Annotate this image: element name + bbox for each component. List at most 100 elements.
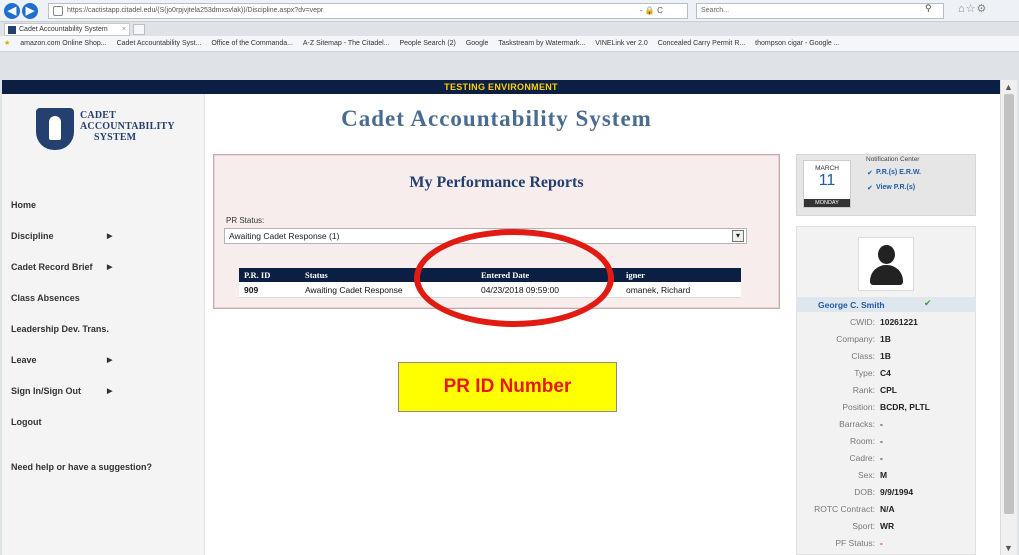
person-silhouette-icon — [878, 245, 895, 264]
help-suggestion-link[interactable]: Need help or have a suggestion? — [11, 462, 152, 472]
field-value: M — [880, 470, 888, 480]
browser-search-input[interactable]: Search... — [696, 3, 944, 19]
calendar-date: MARCH 11 MONDAY — [803, 160, 851, 208]
pr-id-link[interactable]: 909 — [244, 282, 258, 298]
page-icon — [53, 6, 63, 16]
logo-line-1: CADET — [80, 110, 117, 121]
sidebar-item-leadership-dev[interactable]: Leadership Dev. Trans. — [2, 314, 205, 345]
tab-cadet-accountability[interactable]: Cadet Accountability System × — [4, 23, 130, 36]
favorite-link[interactable]: A-Z Sitemap - The Citadel... — [303, 36, 390, 51]
search-icon[interactable]: ⚲ — [925, 3, 932, 14]
scroll-down-arrow-icon[interactable]: ▼ — [1004, 543, 1013, 553]
profile-field: CWID: 10261221 — [796, 317, 976, 330]
submenu-arrow-icon: ▶ — [107, 388, 113, 395]
field-value: - — [880, 453, 883, 463]
col-header-signer[interactable]: igner — [626, 268, 645, 282]
sidebar-item-logout[interactable]: Logout — [2, 407, 205, 438]
sidebar-item-cadet-record-brief[interactable]: Cadet Record Brief ▶ — [2, 252, 205, 283]
field-label: Sex: — [857, 470, 875, 480]
calendar-day: 11 — [818, 172, 836, 189]
sidebar-item-sign-in-out[interactable]: Sign In/Sign Out ▶ — [2, 376, 205, 407]
submenu-arrow-icon: ▶ — [107, 357, 113, 364]
favorite-link[interactable]: VINELink ver 2.0 — [595, 36, 648, 51]
person-silhouette-body — [870, 265, 903, 285]
favorite-link[interactable]: Concealed Carry Permit R... — [658, 36, 746, 51]
tab-favicon-icon — [8, 26, 16, 34]
favorite-link[interactable]: Google — [466, 36, 489, 51]
page-title: Cadet Accountability System — [341, 106, 652, 131]
reports-title: My Performance Reports — [409, 174, 584, 191]
field-label: Position: — [842, 402, 875, 412]
favorite-link[interactable]: amazon.com Online Shop... — [20, 36, 106, 51]
forward-arrow-icon[interactable]: ▶ — [22, 3, 38, 19]
sidebar-item-label: Sign In/Sign Out — [11, 386, 81, 396]
profile-field: Cadre: - — [796, 453, 976, 466]
pr-status-label: PR Status: — [226, 216, 265, 225]
sidebar-item-discipline[interactable]: Discipline ▶ — [2, 221, 205, 252]
field-value: 9/9/1994 — [880, 487, 914, 497]
favorite-link[interactable]: Office of the Commanda... — [211, 36, 293, 51]
profile-field: Company: 1B — [796, 334, 976, 347]
col-header-pr-id[interactable]: P.R. ID — [244, 268, 270, 282]
sidebar-item-class-absences[interactable]: Class Absences — [2, 283, 205, 314]
field-value: 10261221 — [880, 317, 918, 327]
settings-gear-icon[interactable]: ⚙ — [977, 3, 988, 15]
url-tools[interactable]: - 🔒 C — [640, 3, 663, 19]
field-label: DOB: — [854, 487, 875, 497]
chevron-down-icon[interactable]: ▾ — [732, 230, 744, 242]
testing-environment-banner: TESTING ENVIRONMENT — [2, 80, 1000, 94]
field-label: Cadre: — [849, 453, 875, 463]
cell-status: Awaiting Cadet Response — [305, 285, 403, 295]
submenu-arrow-icon: ▶ — [107, 233, 113, 240]
profile-field: ROTC Contract: N/A — [796, 504, 976, 517]
tab-title: Cadet Accountability System — [19, 26, 108, 33]
profile-field: Class: 1B — [796, 351, 976, 364]
profile-field: DOB: 9/9/1994 — [796, 487, 976, 500]
new-tab-button[interactable] — [133, 24, 145, 35]
favorite-link[interactable]: Taskstream by Watermark... — [498, 36, 585, 51]
field-label: Class: — [851, 351, 875, 361]
sidebar-item-home[interactable]: Home — [2, 190, 205, 221]
cadet-accountability-logo[interactable]: CADET ACCOUNTABILITY SYSTEM — [36, 108, 186, 158]
toolbar-icons[interactable]: ⌂☆⚙ — [958, 2, 987, 15]
url-field[interactable]: https://cactistapp.citadel.edu/(S(jo0rpj… — [48, 3, 688, 19]
cadet-name[interactable]: George C. Smith — [818, 300, 885, 310]
calendar-weekday: MONDAY — [804, 199, 850, 207]
address-bar-row: ◀ ▶ https://cactistapp.citadel.edu/(S(jo… — [0, 0, 1019, 22]
logo-text: CADET ACCOUNTABILITY SYSTEM — [80, 110, 175, 143]
favorite-link[interactable]: thompson cigar - Google ... — [755, 36, 839, 51]
sidebar-item-leave[interactable]: Leave ▶ — [2, 345, 205, 376]
profile-field: Sport: WR — [796, 521, 976, 534]
col-header-status[interactable]: Status — [305, 268, 328, 282]
home-icon[interactable]: ⌂ — [958, 3, 966, 15]
favorites-star-icon[interactable]: ☆ — [966, 3, 977, 15]
profile-field: Sex: M — [796, 470, 976, 483]
favorite-link[interactable]: People Search (2) — [399, 36, 455, 51]
sidebar-item-label: Discipline — [11, 231, 54, 241]
tab-close-icon[interactable]: × — [122, 24, 126, 35]
sidebar-item-label: Leadership Dev. Trans. — [11, 324, 109, 334]
notification-link-erw[interactable]: P.R.(s) E.R.W. — [876, 169, 921, 176]
field-value: WR — [880, 521, 895, 531]
back-arrow-icon[interactable]: ◀ — [4, 3, 20, 19]
field-label: Room: — [849, 436, 875, 446]
favorite-link[interactable]: Cadet Accountability Syst... — [117, 36, 202, 51]
url-text: https://cactistapp.citadel.edu/(S(jo0rpj… — [67, 7, 324, 14]
page-scrollbar[interactable]: ▲ ▼ — [1000, 80, 1017, 555]
field-label: Sport: — [852, 521, 875, 531]
profile-field: Type: C4 — [796, 368, 976, 381]
favorites-bar: ★ amazon.com Online Shop... Cadet Accoun… — [0, 36, 1019, 52]
pr-status-value: Awaiting Cadet Response (1) — [229, 231, 340, 241]
field-label: Type: — [854, 368, 875, 378]
field-label: Barracks: — [839, 419, 875, 429]
check-icon: ✔ — [867, 185, 873, 192]
notification-link-view-pr[interactable]: View P.R.(s) — [876, 184, 915, 191]
sidebar-item-label: Home — [11, 200, 37, 210]
submenu-arrow-icon: ▶ — [107, 264, 113, 271]
notification-center-title: Notification Center — [866, 156, 920, 163]
cell-signer: omanek, Richard — [626, 285, 691, 295]
profile-field: Room: - — [796, 436, 976, 449]
scroll-up-arrow-icon[interactable]: ▲ — [1004, 82, 1013, 92]
scrollbar-thumb[interactable] — [1004, 94, 1014, 514]
sidebar-item-label: Logout — [11, 417, 42, 427]
